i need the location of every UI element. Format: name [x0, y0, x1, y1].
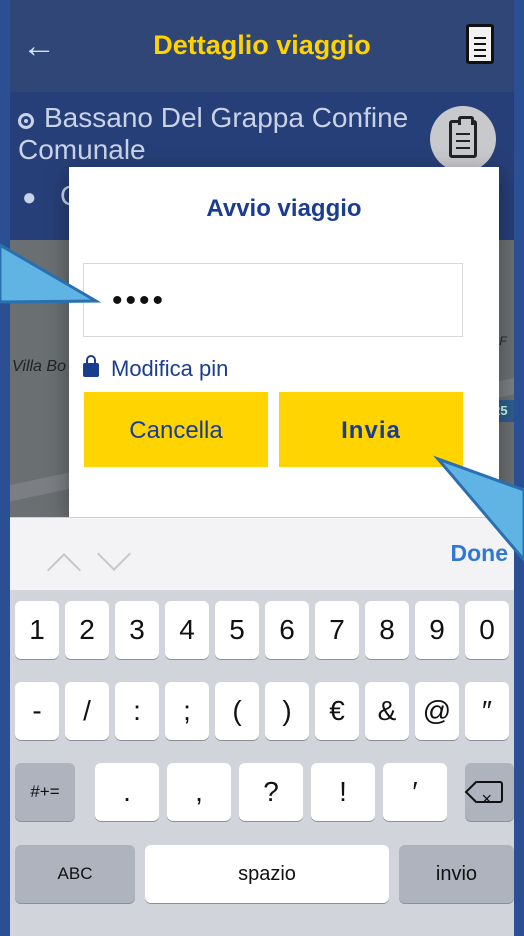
key-5[interactable]: 5 [215, 601, 259, 659]
phone-screen: ← Dettaglio viaggio Bassano Del Grappa C… [10, 0, 514, 936]
map-label: Villa Bo [12, 358, 66, 375]
origin-label: Bassano Del Grappa Confine Comunale [18, 102, 409, 165]
backspace-icon [476, 770, 503, 828]
location-pin-icon: ● [22, 184, 37, 211]
key-close-paren[interactable]: ) [265, 682, 309, 740]
key-0[interactable]: 0 [465, 601, 509, 659]
chevron-up-icon[interactable] [47, 553, 81, 587]
clipboard-button[interactable] [430, 106, 496, 172]
cancel-button[interactable]: Cancella [84, 392, 268, 467]
keyboard: 1 2 3 4 5 6 7 8 9 0 - / : ; ( ) € & @ ″ … [10, 590, 514, 936]
key-comma[interactable]: , [167, 763, 231, 821]
key-quote[interactable]: ″ [465, 682, 509, 740]
key-3[interactable]: 3 [115, 601, 159, 659]
key-apostrophe[interactable]: ′ [383, 763, 447, 821]
origin-radio-icon [18, 113, 34, 129]
key-ampersand[interactable]: & [365, 682, 409, 740]
origin-row: Bassano Del Grappa Confine Comunale [18, 102, 438, 166]
dialog-title: Avvio viaggio [206, 195, 362, 222]
clipboard-icon [449, 116, 477, 158]
key-exclamation[interactable]: ! [311, 763, 375, 821]
key-8[interactable]: 8 [365, 601, 409, 659]
return-key[interactable]: invio [399, 845, 514, 903]
key-colon[interactable]: : [115, 682, 159, 740]
key-symbols[interactable]: #+= [15, 763, 75, 821]
key-slash[interactable]: / [65, 682, 109, 740]
document-icon[interactable] [466, 24, 494, 64]
lock-icon [83, 355, 99, 377]
page-title: Dettaglio viaggio [153, 30, 371, 60]
key-semicolon[interactable]: ; [165, 682, 209, 740]
key-9[interactable]: 9 [415, 601, 459, 659]
keyboard-accessory-bar: Done [10, 517, 514, 591]
key-6[interactable]: 6 [265, 601, 309, 659]
modify-pin-label: Modifica pin [111, 356, 229, 381]
start-trip-dialog: Avvio viaggio •••• Modifica pin Cancella… [69, 167, 499, 517]
send-button[interactable]: Invia [279, 392, 463, 467]
space-key[interactable]: spazio [145, 845, 389, 903]
pin-input[interactable]: •••• [83, 263, 463, 337]
modify-pin-link[interactable]: Modifica pin [83, 354, 228, 384]
key-7[interactable]: 7 [315, 601, 359, 659]
key-at[interactable]: @ [415, 682, 459, 740]
key-euro[interactable]: € [315, 682, 359, 740]
key-2[interactable]: 2 [65, 601, 109, 659]
done-button[interactable]: Done [451, 540, 509, 567]
key-question[interactable]: ? [239, 763, 303, 821]
app-bar: ← Dettaglio viaggio [10, 0, 514, 92]
chevron-down-icon[interactable] [97, 537, 131, 571]
key-abc[interactable]: ABC [15, 845, 135, 903]
key-open-paren[interactable]: ( [215, 682, 259, 740]
backspace-key[interactable] [465, 763, 514, 828]
key-1[interactable]: 1 [15, 601, 59, 659]
key-period[interactable]: . [95, 763, 159, 821]
key-4[interactable]: 4 [165, 601, 209, 659]
key-minus[interactable]: - [15, 682, 59, 740]
